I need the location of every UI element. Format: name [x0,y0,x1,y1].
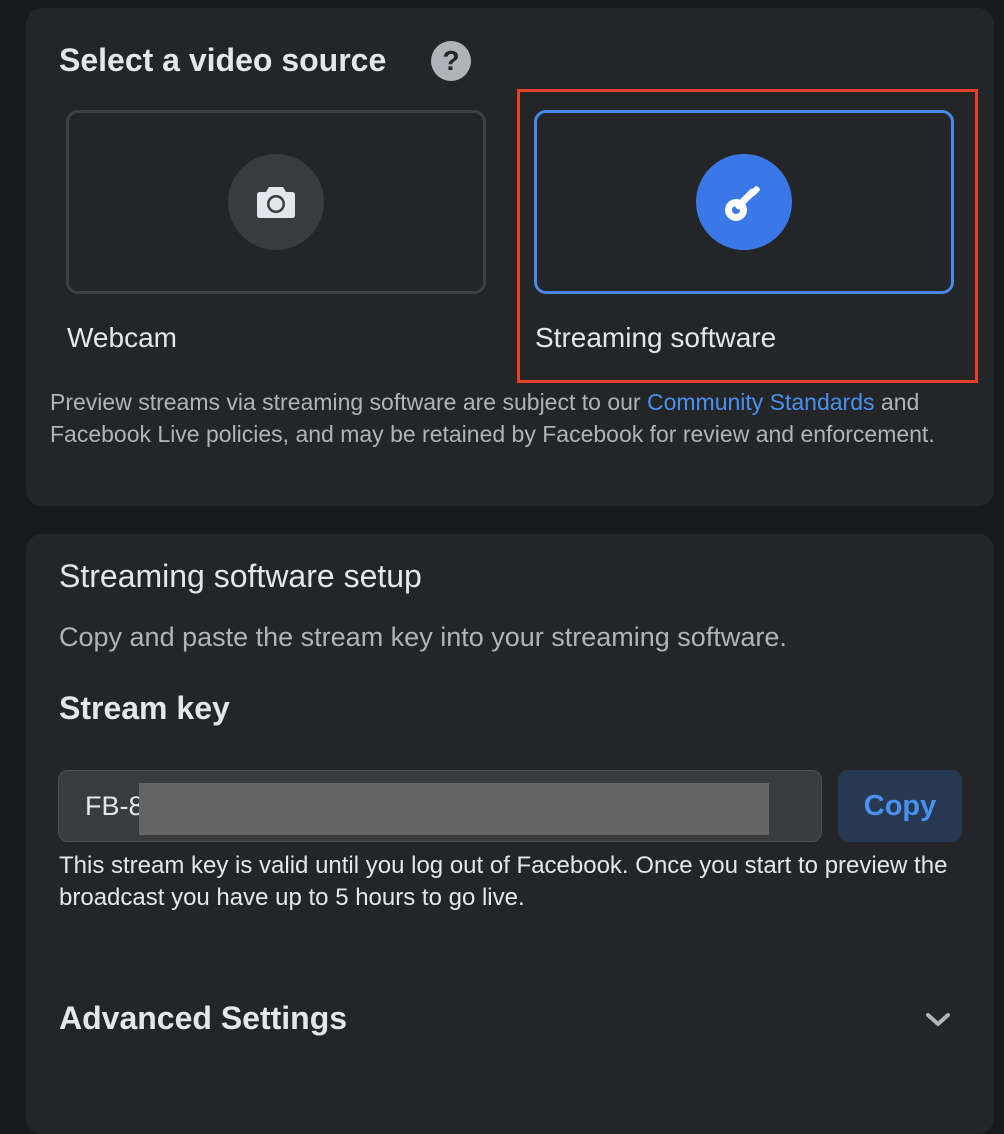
stream-key-title: Stream key [59,690,230,726]
chevron-down-icon[interactable] [924,1010,952,1030]
copy-button[interactable]: Copy [838,770,962,842]
setup-title: Streaming software setup [59,558,422,594]
video-source-title: Select a video source [59,42,387,78]
stream-key-value: FB-8 [85,791,144,821]
setup-description: Copy and paste the stream key into your … [59,622,787,652]
webcam-option[interactable] [66,110,486,294]
stream-key-redaction [139,783,769,835]
streaming-setup-card: Streaming software setup Copy and paste … [26,534,994,1134]
stream-key-note: This stream key is valid until you log o… [59,852,948,911]
video-source-card: Select a video source ? Webcam Streaming… [26,8,994,506]
policy-text-before: Preview streams via streaming software a… [50,389,647,415]
camera-icon [228,154,324,250]
stream-key-field[interactable]: FB-8 [58,770,822,842]
community-standards-link[interactable]: Community Standards [647,389,875,415]
policy-text: Preview streams via streaming software a… [50,386,980,450]
webcam-option-label: Webcam [67,322,177,353]
question-circle-icon[interactable]: ? [431,41,471,81]
selection-highlight-box [517,89,978,383]
advanced-settings-title[interactable]: Advanced Settings [59,1000,347,1037]
